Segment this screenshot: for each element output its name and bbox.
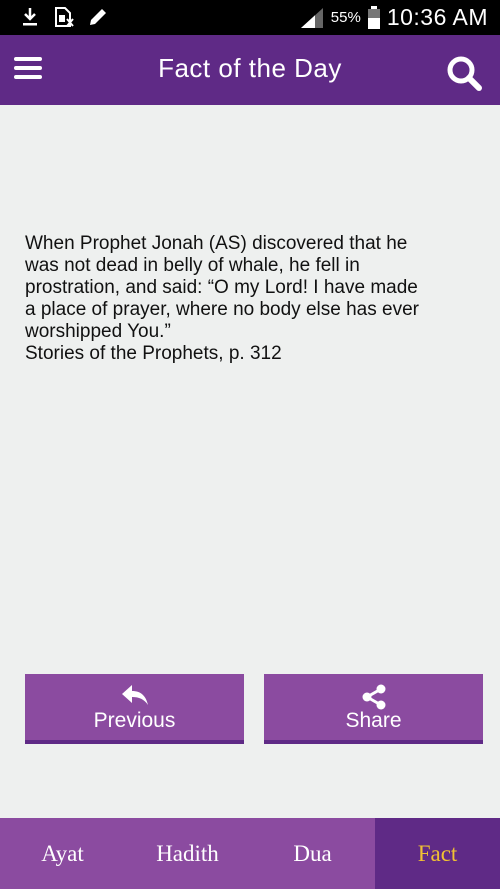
- download-icon: [23, 8, 37, 26]
- reply-arrow-icon: [121, 685, 148, 705]
- tab-dua[interactable]: Dua: [250, 818, 375, 889]
- search-icon[interactable]: [446, 55, 482, 91]
- clock: 10:36 AM: [386, 4, 488, 30]
- previous-label: Previous: [93, 709, 176, 732]
- signal-icon: [300, 7, 323, 28]
- app-bar: Fact of the Day: [0, 35, 500, 105]
- notification-icons: [18, 5, 110, 29]
- previous-button[interactable]: Previous: [25, 674, 244, 744]
- tab-hadith[interactable]: Hadith: [125, 818, 250, 889]
- status-bar: 55% 10:36 AM: [0, 0, 500, 35]
- tab-fact[interactable]: Fact: [375, 818, 500, 889]
- bottom-nav: Ayat Hadith Dua Fact: [0, 818, 500, 889]
- system-status: 55% 10:36 AM: [299, 4, 488, 31]
- battery-percent: 55%: [330, 9, 361, 26]
- share-label: Share: [345, 709, 402, 732]
- battery-icon: [367, 5, 380, 29]
- share-icon: [362, 684, 385, 710]
- fact-text: When Prophet Jonah (AS) discovered that …: [25, 233, 419, 364]
- tab-ayat[interactable]: Ayat: [0, 818, 125, 889]
- sim-card-x-icon: [55, 7, 74, 27]
- share-button[interactable]: Share: [264, 674, 483, 744]
- pencil-icon: [90, 9, 106, 25]
- page-title: Fact of the Day: [158, 53, 342, 83]
